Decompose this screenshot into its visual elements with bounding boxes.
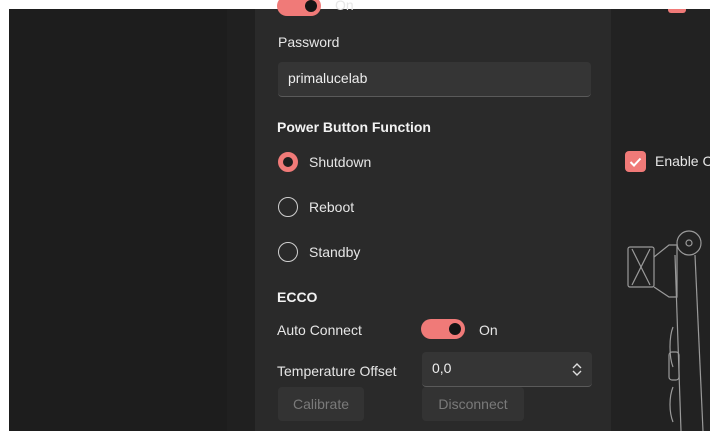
up-down-chevron-icon[interactable] bbox=[572, 363, 582, 376]
top-toggle-switch[interactable] bbox=[277, 0, 321, 16]
password-label: Password bbox=[278, 34, 340, 50]
telescope-device-outline bbox=[627, 230, 704, 431]
enable-checkbox[interactable] bbox=[625, 151, 646, 172]
settings-panel: On Password primalucelab Power Button Fu… bbox=[255, 0, 611, 431]
left-empty-pane bbox=[9, 9, 227, 431]
enable-label[interactable]: Enable C bbox=[655, 153, 710, 169]
window-frame-top bbox=[0, 0, 710, 9]
calibrate-button[interactable]: Calibrate bbox=[278, 387, 364, 421]
top-toggle-state: On bbox=[335, 0, 354, 13]
shutdown-radio[interactable] bbox=[278, 152, 298, 172]
standby-radio[interactable] bbox=[278, 242, 298, 262]
temperature-offset-spinbox[interactable]: 0,0 bbox=[422, 352, 592, 387]
auto-connect-state: On bbox=[479, 322, 498, 338]
toggle-knob bbox=[305, 0, 317, 12]
toggle-knob bbox=[449, 323, 461, 335]
password-field[interactable]: primalucelab bbox=[278, 62, 591, 97]
checkmark-icon bbox=[629, 157, 642, 167]
power-button-heading: Power Button Function bbox=[277, 119, 431, 135]
temperature-offset-value: 0,0 bbox=[432, 360, 452, 376]
right-pane: Enable C bbox=[611, 9, 710, 431]
temperature-offset-label: Temperature Offset bbox=[277, 363, 397, 379]
standby-label[interactable]: Standby bbox=[309, 244, 360, 260]
reboot-label[interactable]: Reboot bbox=[309, 199, 354, 215]
reboot-radio[interactable] bbox=[278, 197, 298, 217]
auto-connect-toggle[interactable] bbox=[421, 319, 465, 339]
ecco-heading: ECCO bbox=[277, 289, 318, 305]
auto-connect-label: Auto Connect bbox=[277, 322, 362, 338]
shutdown-label[interactable]: Shutdown bbox=[309, 154, 371, 170]
window-frame-left bbox=[0, 0, 9, 431]
top-right-checkbox-partial[interactable] bbox=[668, 9, 686, 13]
disconnect-button[interactable]: Disconnect bbox=[422, 387, 524, 421]
pane-gutter bbox=[227, 9, 255, 431]
